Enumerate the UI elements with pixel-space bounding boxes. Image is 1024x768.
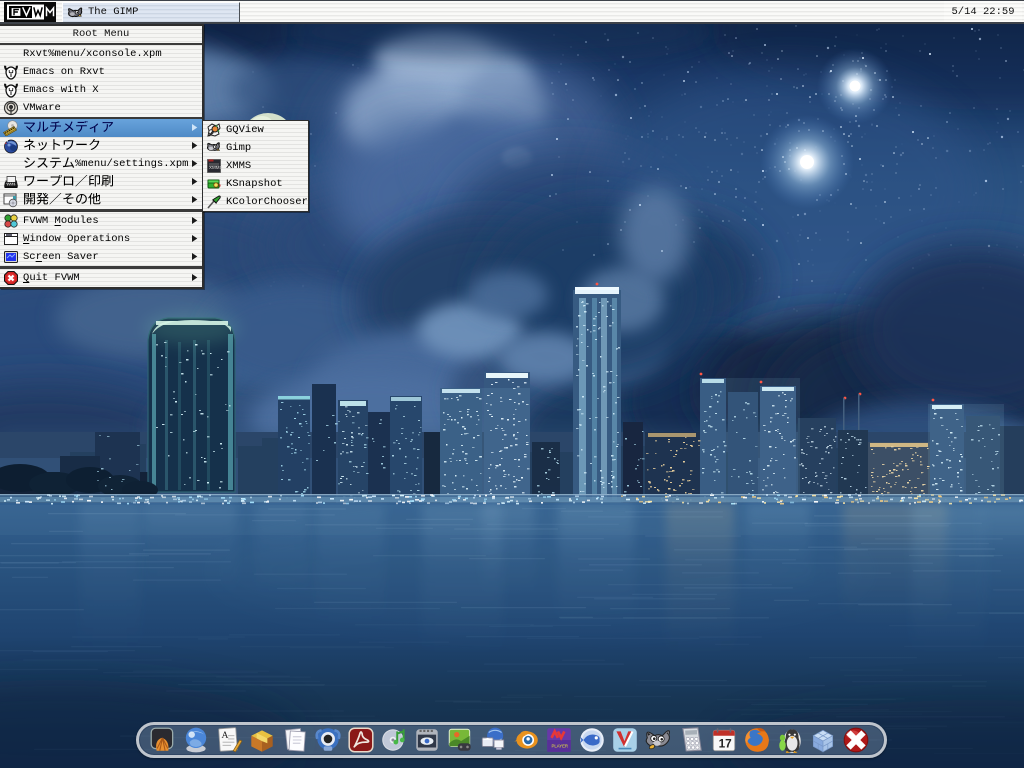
svg-text:17: 17 <box>719 738 733 751</box>
svg-text:PLAYER: PLAYER <box>552 744 569 749</box>
svg-text:A: A <box>222 730 229 741</box>
svg-text:XMMS: XMMS <box>209 165 222 170</box>
